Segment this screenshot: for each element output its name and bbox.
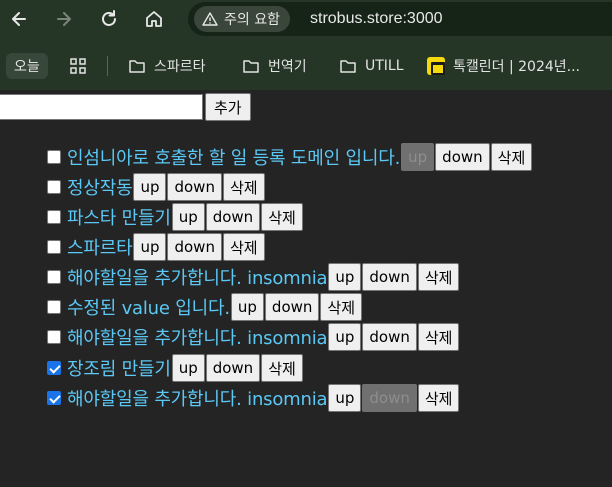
apps-grid-icon[interactable] bbox=[69, 53, 95, 79]
todo-checkbox[interactable] bbox=[47, 391, 61, 405]
move-up-button[interactable]: up bbox=[401, 143, 435, 171]
today-chip[interactable]: 오늘 bbox=[6, 53, 48, 79]
todo-checkbox[interactable] bbox=[47, 300, 61, 314]
security-warning-chip[interactable]: 주의 요함 bbox=[194, 6, 290, 32]
move-down-button[interactable]: down bbox=[362, 263, 417, 291]
move-down-button[interactable]: down bbox=[167, 233, 222, 261]
todo-text: 해야할일을 추가합니다. insomnia bbox=[67, 328, 328, 349]
move-down-button[interactable]: down bbox=[435, 143, 490, 171]
todo-item: 파스타 만들기 up down 삭제 bbox=[47, 202, 303, 232]
move-up-button[interactable]: up bbox=[328, 263, 362, 291]
todo-text: 장조림 만들기 bbox=[67, 359, 171, 380]
todo-checkbox[interactable] bbox=[47, 180, 61, 194]
delete-button[interactable]: 삭제 bbox=[417, 263, 460, 291]
url-text: strobus.store:3000 bbox=[310, 10, 443, 27]
todo-checkbox[interactable] bbox=[47, 270, 61, 284]
todo-item: 스파르타 up down 삭제 bbox=[47, 232, 265, 262]
todo-checkbox[interactable] bbox=[47, 150, 61, 164]
delete-button[interactable]: 삭제 bbox=[222, 233, 265, 261]
move-down-button[interactable]: down bbox=[167, 173, 222, 201]
folder-icon bbox=[340, 60, 356, 73]
todo-item: 장조림 만들기 up down 삭제 bbox=[47, 353, 303, 383]
add-button[interactable]: 추가 bbox=[205, 93, 251, 121]
bookmark-label: 톡캘린더 | 2024년... bbox=[453, 59, 580, 75]
delete-button[interactable]: 삭제 bbox=[490, 143, 533, 171]
move-up-button[interactable]: up bbox=[171, 203, 205, 231]
move-up-button[interactable]: up bbox=[171, 354, 205, 382]
move-down-button[interactable]: down bbox=[205, 354, 261, 382]
todo-item: 인섬니아로 호출한 할 일 등록 도메인 입니다. up down 삭제 bbox=[47, 142, 533, 172]
todo-checkbox[interactable] bbox=[47, 330, 61, 344]
todo-item: 해야할일을 추가합니다. insomnia up down 삭제 bbox=[47, 322, 460, 352]
move-down-button[interactable]: down bbox=[362, 384, 417, 412]
move-down-button[interactable]: down bbox=[362, 323, 417, 351]
security-chip-label: 주의 요함 bbox=[224, 12, 280, 28]
todo-item: 정상작동 up down 삭제 bbox=[47, 172, 265, 202]
move-up-button[interactable]: up bbox=[133, 173, 167, 201]
folder-icon bbox=[243, 60, 259, 73]
move-down-button[interactable]: down bbox=[264, 293, 320, 321]
todo-item: 해야할일을 추가합니다. insomnia up down 삭제 bbox=[47, 383, 460, 413]
delete-button[interactable]: 삭제 bbox=[222, 173, 265, 201]
todo-text: 파스타 만들기 bbox=[67, 208, 171, 229]
move-up-button[interactable]: up bbox=[328, 384, 362, 412]
todo-text: 해야할일을 추가합니다. insomnia bbox=[67, 389, 328, 410]
delete-button[interactable]: 삭제 bbox=[417, 323, 460, 351]
todo-text: 해야할일을 추가합니다. insomnia bbox=[67, 268, 328, 289]
todo-text: 인섬니아로 호출한 할 일 등록 도메인 입니다. bbox=[67, 148, 401, 169]
calendar-icon bbox=[427, 57, 445, 75]
warning-triangle-icon bbox=[202, 12, 218, 26]
todo-text: 정상작동 bbox=[67, 178, 133, 199]
move-down-button[interactable]: down bbox=[205, 203, 261, 231]
bookmark-label: 스파르타 bbox=[154, 59, 206, 75]
todo-checkbox[interactable] bbox=[47, 210, 61, 224]
todo-checkbox[interactable] bbox=[47, 240, 61, 254]
todo-text: 수정된 value 입니다. bbox=[67, 298, 230, 319]
move-up-button[interactable]: up bbox=[133, 233, 167, 261]
folder-icon bbox=[129, 60, 145, 73]
todo-item: 수정된 value 입니다. up down 삭제 bbox=[47, 292, 363, 322]
back-arrow-icon[interactable] bbox=[6, 6, 32, 32]
address-bar[interactable]: 주의 요함 strobus.store:3000 bbox=[188, 2, 612, 36]
todo-checkbox[interactable] bbox=[47, 361, 61, 375]
bookmark-label: UTILL bbox=[365, 58, 404, 74]
today-label: 오늘 bbox=[14, 59, 40, 75]
todo-input[interactable] bbox=[0, 94, 203, 120]
forward-arrow-icon[interactable] bbox=[51, 6, 77, 32]
delete-button[interactable]: 삭제 bbox=[261, 203, 303, 231]
move-up-button[interactable]: up bbox=[328, 323, 362, 351]
bookmark-label: 번역기 bbox=[268, 59, 307, 75]
todo-app: 추가 인섬니아로 호출한 할 일 등록 도메인 입니다. up down 삭제 정상작동… bbox=[0, 90, 612, 487]
todo-text: 스파르타 bbox=[67, 238, 133, 259]
bookmark-folder-sparta[interactable]: 스파르타 bbox=[128, 53, 206, 79]
reload-icon[interactable] bbox=[96, 6, 122, 32]
browser-toolbar: 주의 요함 strobus.store:3000 bbox=[0, 0, 612, 40]
bookmarks-bar: 오늘 스파르타 번역기 UTILL 톡캘린더 | 2024년... bbox=[0, 40, 612, 90]
home-icon[interactable] bbox=[141, 6, 167, 32]
bookmark-folder-utill[interactable]: UTILL bbox=[339, 53, 404, 79]
delete-button[interactable]: 삭제 bbox=[417, 384, 460, 412]
bookmark-tokcalendar[interactable]: 톡캘린더 | 2024년... bbox=[427, 53, 580, 79]
delete-button[interactable]: 삭제 bbox=[261, 354, 303, 382]
todo-item: 해야할일을 추가합니다. insomnia up down 삭제 bbox=[47, 262, 460, 292]
move-up-button[interactable]: up bbox=[230, 293, 264, 321]
delete-button[interactable]: 삭제 bbox=[320, 293, 363, 321]
bookmarks-divider bbox=[107, 56, 108, 76]
bookmark-folder-translator[interactable]: 번역기 bbox=[242, 53, 307, 79]
